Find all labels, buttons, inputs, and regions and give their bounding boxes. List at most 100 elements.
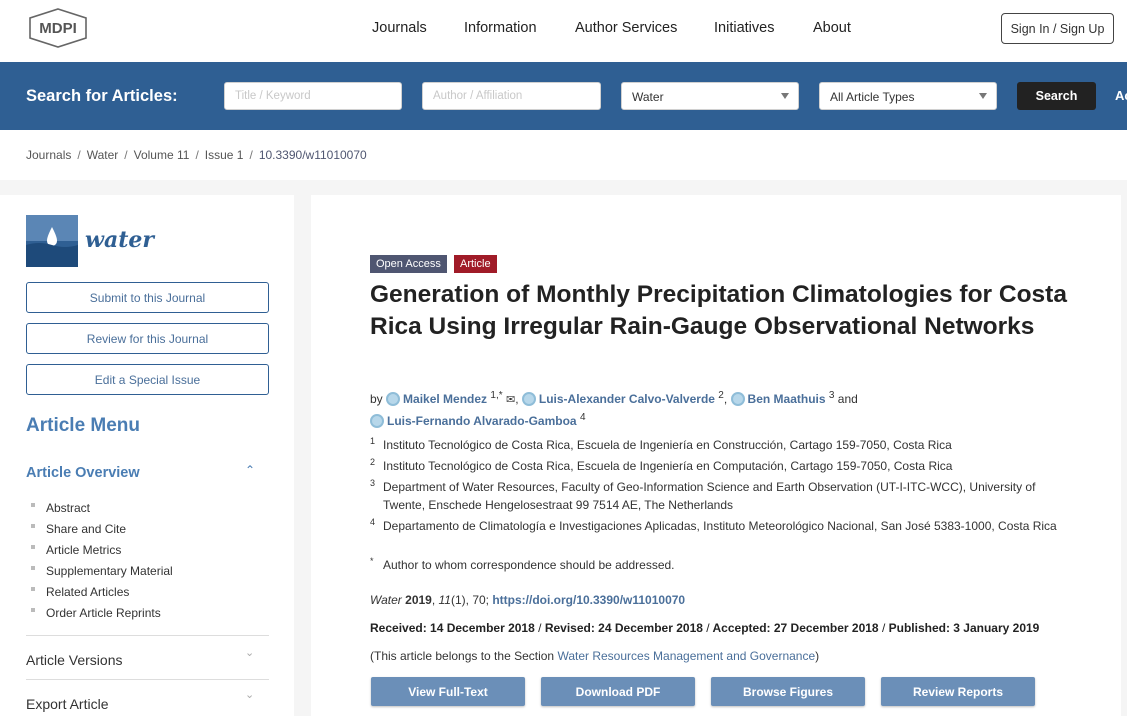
breadcrumb-separator: / [249,148,253,162]
bullet-icon [31,524,35,528]
download-pdf-button[interactable]: Download PDF [541,677,695,706]
author-affiliation-input[interactable] [422,82,601,110]
left-sidebar: water Submit to this Journal Review for … [0,195,294,716]
advanced-search-link[interactable]: Ac [1115,88,1127,103]
author-name[interactable]: Luis-Alexander Calvo-Valverde [539,392,715,406]
breadcrumb-journals[interactable]: Journals [26,148,71,162]
nav-journals[interactable]: Journals [372,20,427,36]
affiliation-number: 4 [370,517,376,527]
author-name[interactable]: Luis-Fernando Alvarado-Gamboa [387,414,577,428]
water-journal-logo[interactable] [26,215,78,267]
author-name[interactable]: Maikel Mendez [403,392,487,406]
breadcrumb-doi[interactable]: 10.3390/w11010070 [259,148,367,162]
breadcrumb-separator: / [124,148,128,162]
bullet-icon [31,608,35,612]
chevron-up-icon[interactable]: ⌃ [245,463,255,477]
view-full-text-button[interactable]: View Full-Text [371,677,525,706]
bullet-icon [31,503,35,507]
received-date: Received: 14 December 2018 [370,621,535,635]
and-label: and [837,392,858,406]
affiliation-text: Instituto Tecnológico de Costa Rica, Esc… [383,459,953,473]
affiliation-text: Departamento de Climatología e Investiga… [383,519,1057,533]
chevron-down-icon[interactable]: ⌄ [245,688,254,701]
top-navigation: MDPI Journals Information Author Service… [0,0,1127,62]
avatar-icon [730,392,745,406]
article-menu-title: Article Menu [26,415,141,436]
nav-information[interactable]: Information [464,20,537,36]
affiliation-number: 2 [370,457,376,467]
article-type-select[interactable]: All Article Types [819,82,997,110]
citation-journal: Water [370,593,402,607]
affiliation: 4 Departamento de Climatología e Investig… [370,517,1060,535]
author-affiliation-sup: 3 [828,390,835,401]
author-list: by Maikel Mendez 1,* ✉, Luis-Alexander C… [370,390,858,428]
chevron-down-icon [781,93,789,99]
logo-text: MDPI [39,20,77,37]
nav-about[interactable]: About [813,20,851,36]
affiliation-text: Author to whom correspondence should be … [383,558,675,572]
avatar-icon [521,392,536,406]
overview-abstract[interactable]: Abstract [46,501,90,515]
avatar-icon [386,392,401,406]
bullet-icon [31,566,35,570]
breadcrumb-separator: / [195,148,199,162]
divider [26,635,269,636]
overview-supplementary[interactable]: Supplementary Material [46,564,173,578]
avatar-icon [370,414,384,428]
divider [26,679,269,680]
affiliation: * Author to whom correspondence should be… [370,556,1060,574]
breadcrumb: Journals / Water / Volume 11 / Issue 1 / 10.3390… [26,148,367,162]
by-label: by [370,392,383,406]
search-bar: Search for Articles: Water All Article T… [0,62,1127,130]
overview-related-articles[interactable]: Related Articles [46,585,129,599]
author-name[interactable]: Ben Maathuis [748,392,826,406]
date-separator: / [881,621,886,635]
journal-name[interactable]: water [85,227,154,253]
bullet-icon [31,587,35,591]
affiliation: 1 Instituto Tecnológico de Costa Rica, Es… [370,436,1060,454]
citation-issue-pages: (1), 70; [450,593,489,607]
edit-special-issue-button[interactable]: Edit a Special Issue [26,364,269,395]
affiliation: 2 Instituto Tecnológico de Costa Rica, Es… [370,457,1060,475]
browse-figures-button[interactable]: Browse Figures [711,677,865,706]
section-suffix: ) [815,649,820,663]
review-reports-button[interactable]: Review Reports [881,677,1035,706]
journal-select[interactable]: Water [621,82,799,110]
breadcrumb-issue[interactable]: Issue 1 [205,148,244,162]
review-for-journal-button[interactable]: Review for this Journal [26,323,269,354]
search-label: Search for Articles: [26,87,178,105]
doi-link[interactable]: https://doi.org/10.3390/w11010070 [492,593,685,607]
nav-initiatives[interactable]: Initiatives [714,20,774,36]
chevron-down-icon[interactable]: ⌄ [245,646,254,659]
affiliation-number: 1 [370,436,376,446]
date-separator: / [538,621,542,635]
export-article-toggle[interactable]: Export Article [26,696,108,712]
revised-date: Revised: 24 December 2018 [544,621,703,635]
publication-dates: Received: 14 December 2018 / Revised: 24… [370,621,1039,635]
affiliation-text: Department of Water Resources, Faculty o… [383,480,1036,512]
affiliation: 3 Department of Water Resources, Faculty … [370,478,1060,514]
affiliation-text: Instituto Tecnológico de Costa Rica, Esc… [383,438,952,452]
article-content: Open Access Article Generation of Monthl… [311,195,1121,716]
breadcrumb-water[interactable]: Water [87,148,119,162]
open-access-badge: Open Access [370,255,447,273]
overview-order-reprints[interactable]: Order Article Reprints [46,606,161,620]
section-prefix: (This article belongs to the Section [370,649,555,663]
title-keyword-input[interactable] [224,82,402,110]
sign-in-button[interactable]: Sign In / Sign Up [1001,13,1114,44]
article-type-select-value: All Article Types [830,90,915,104]
mdpi-logo[interactable]: MDPI [28,8,88,48]
overview-share-cite[interactable]: Share and Cite [46,522,126,536]
envelope-icon[interactable]: ✉ [506,394,515,406]
date-separator: / [706,621,710,635]
nav-author-services[interactable]: Author Services [575,20,677,36]
breadcrumb-volume[interactable]: Volume 11 [134,148,190,162]
author-affiliation-sup: 2 [718,390,724,401]
search-button[interactable]: Search [1017,82,1096,110]
section-link[interactable]: Water Resources Management and Governanc… [557,649,815,663]
submit-to-journal-button[interactable]: Submit to this Journal [26,282,269,313]
overview-article-metrics[interactable]: Article Metrics [46,543,121,557]
section-info: (This article belongs to the Section Wat… [370,649,819,663]
article-overview-toggle[interactable]: Article Overview [26,465,140,481]
article-versions-toggle[interactable]: Article Versions [26,652,122,668]
